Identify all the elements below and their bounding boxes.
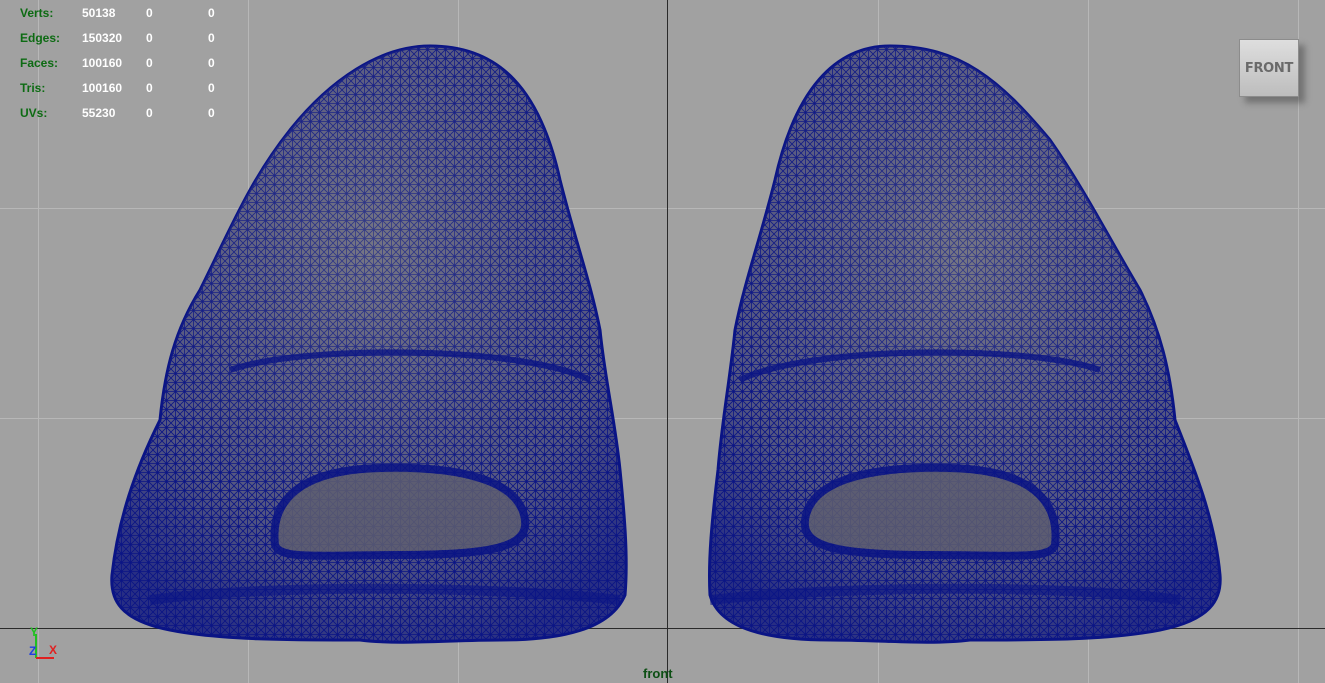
- hud-label: Faces:: [20, 56, 59, 70]
- hud-value: 50138: [82, 6, 116, 20]
- hud-value: 55230: [82, 106, 116, 120]
- hud-value: 150320: [82, 31, 123, 45]
- hud-label: Verts:: [20, 6, 54, 20]
- hud-value: 0: [208, 6, 215, 20]
- hud-value: 0: [146, 56, 153, 70]
- hud-label: Tris:: [20, 81, 46, 95]
- hud-value: 0: [208, 81, 215, 95]
- axis-y-label: Y: [30, 625, 38, 639]
- hud-label: UVs:: [20, 106, 48, 120]
- hud-value: 0: [146, 106, 153, 120]
- hud-value: 100160: [82, 56, 123, 70]
- hud-value: 0: [208, 106, 215, 120]
- hud-value: 0: [146, 81, 153, 95]
- hud-value: 0: [146, 31, 153, 45]
- axis-x-label: X: [49, 643, 57, 657]
- axes-gizmo-icon: Y Z X: [29, 625, 57, 659]
- camera-name-label: front: [643, 666, 673, 681]
- viewport-front[interactable]: Verts: 50138 0 0 Edges: 150320 0 0 Faces…: [0, 0, 1325, 683]
- mesh-display: [110, 44, 1222, 644]
- viewcube-label: FRONT: [1244, 60, 1294, 76]
- hud-value: 0: [208, 56, 215, 70]
- viewcube-front[interactable]: FRONT: [1239, 39, 1299, 97]
- hud-label: Edges:: [20, 31, 61, 45]
- hud-value: 0: [146, 6, 153, 20]
- shoe-mesh-right: [707, 44, 1222, 644]
- axis-z-label: Z: [29, 644, 36, 658]
- shoe-mesh-left: [110, 44, 628, 644]
- hud-value: 0: [208, 31, 215, 45]
- hud-value: 100160: [82, 81, 123, 95]
